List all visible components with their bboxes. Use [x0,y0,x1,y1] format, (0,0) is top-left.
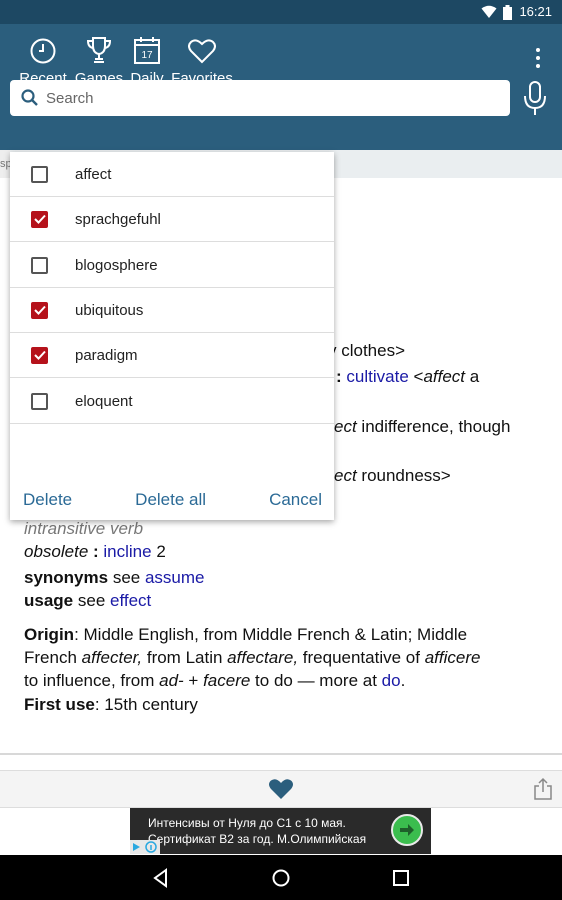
calendar-day-badge: 17 [141,50,153,61]
wifi-icon [481,5,497,18]
delete-button[interactable]: Delete [23,490,72,510]
definition-fragment-4: ect roundness> [334,466,451,485]
ad-line-2: Сертификат В2 за год. М.Олимпийская [148,832,367,846]
definition-fragment-3: ect indifference, though [334,417,511,436]
link-incline[interactable]: incline [103,542,151,561]
usage-line: usage see effect [24,591,152,610]
delete-all-button[interactable]: Delete all [135,490,206,510]
clock-icon [30,38,56,64]
history-item[interactable]: ubiquitous [10,288,334,333]
search-box[interactable] [10,80,510,116]
ad-banner[interactable]: Интенсивы от Нуля до С1 с 10 мая. Сертиф… [130,808,431,854]
home-icon[interactable] [270,867,292,889]
history-dropdown: affect sprachgefuhl blogosphere ubiquito… [10,152,334,520]
checkbox-checked[interactable] [31,301,48,319]
microphone-icon[interactable] [522,80,548,118]
history-item-label: paradigm [75,346,138,364]
ad-info-icon [133,841,157,853]
definition-fragment-1: y clothes> [328,341,406,360]
checkbox-unchecked[interactable] [31,165,48,183]
history-item[interactable]: affect [10,152,334,197]
history-item[interactable]: eloquent [10,379,334,424]
recents-icon[interactable] [390,867,412,889]
definition-fragment-2: : cultivate <affect a [336,367,480,386]
overflow-menu-icon[interactable] [534,48,542,68]
checkbox-checked[interactable] [31,210,48,228]
history-item[interactable]: sprachgefuhl [10,197,334,242]
history-item-label: affect [75,165,112,183]
side-tab[interactable]: sp [0,150,10,178]
history-item-label: sprachgefuhl [75,210,161,228]
checkmark-icon [33,350,46,360]
history-item[interactable]: paradigm [10,333,334,378]
status-clock: 16:21 [519,4,552,19]
system-nav-bar [0,855,562,900]
ad-arrow-button[interactable] [391,814,423,846]
obsolete-sense: obsolete : incline 2 [24,542,166,561]
trophy-icon [86,37,112,63]
first-use-line: First use: 15th century [24,695,198,714]
checkbox-unchecked[interactable] [31,392,48,410]
heart-outline-icon [188,39,216,64]
history-item[interactable]: blogosphere [10,243,334,288]
checkbox-unchecked[interactable] [31,256,48,274]
link-effect[interactable]: effect [110,591,151,610]
status-icons [481,4,512,20]
link-cultivate[interactable]: cultivate [346,367,408,386]
dropdown-actions: Delete Delete all Cancel [10,482,334,518]
share-icon[interactable] [533,777,553,801]
checkbox-checked[interactable] [31,346,48,364]
origin-line-3: to influence, from ad- + facere to do — … [24,671,406,690]
arrow-right-icon [400,824,414,836]
battery-icon [503,4,512,20]
origin-line-1: Origin: Middle English, from Middle Fren… [24,625,468,644]
status-bar: 16:21 [0,0,562,24]
ad-choices-icon[interactable] [130,840,160,854]
history-item-label: eloquent [75,392,133,410]
origin-line-2: French affecter, from Latin affectare, f… [24,648,481,667]
checkmark-icon [33,214,46,224]
back-icon[interactable] [150,867,172,889]
search-input[interactable] [46,89,486,107]
history-item-label: blogosphere [75,256,158,274]
history-item-label: ubiquitous [75,301,144,319]
cancel-button[interactable]: Cancel [269,490,322,510]
favorite-heart-icon[interactable] [268,778,294,800]
search-icon [21,89,38,106]
link-assume[interactable]: assume [145,568,205,587]
part-of-speech: intransitive verb [24,519,144,538]
checkmark-icon [33,305,46,315]
content-divider [0,753,562,755]
synonyms-line: synonyms see assume [24,568,205,587]
link-do[interactable]: do [382,671,401,690]
ad-line-1: Интенсивы от Нуля до С1 с 10 мая. [148,816,346,830]
